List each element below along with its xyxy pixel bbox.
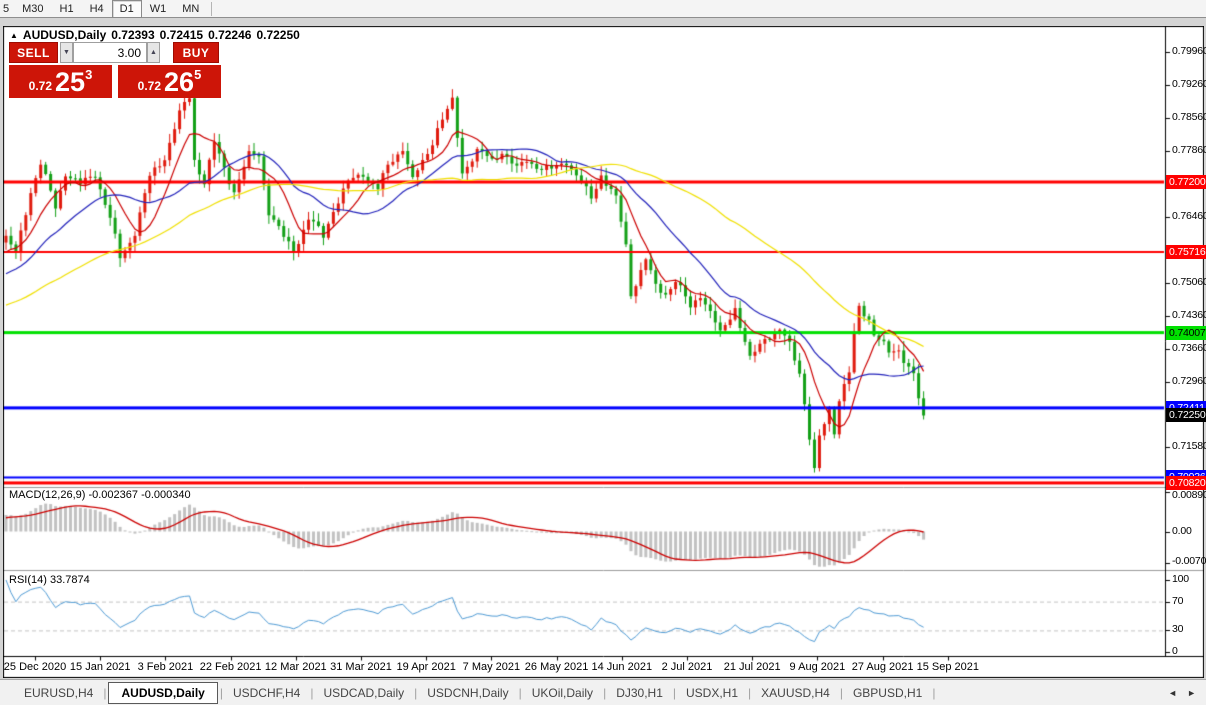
chart-window: ▲ AUDUSD,Daily 0.72393 0.72415 0.72246 0… (3, 26, 1204, 678)
tab-dj30-h1[interactable]: DJ30,H1 (606, 683, 673, 703)
date-label: 19 Apr 2021 (397, 661, 456, 673)
tab-usdchf-h4[interactable]: USDCHF,H4 (223, 683, 310, 703)
price-level-label: 0.74007 (1166, 326, 1206, 340)
chevron-up-icon: ▲ (150, 49, 157, 56)
tab-eurusd-h4[interactable]: EURUSD,H4 (14, 683, 103, 703)
bid-price-big: 25 (55, 67, 85, 97)
buy-button[interactable]: BUY (173, 42, 219, 63)
macd-scale-label: 0.008904 (1172, 489, 1206, 501)
one-click-trading-panel: SELL ▼ ▲ BUY 0.72 25 3 0.72 26 5 (9, 42, 221, 98)
price-tick-label: 0.77860 (1172, 144, 1206, 156)
rsi-scale-label: 100 (1172, 573, 1189, 585)
date-label: 12 Mar 2021 (265, 661, 327, 673)
rsi-indicator-label: RSI(14) 33.7874 (9, 574, 90, 586)
date-label: 27 Aug 2021 (852, 661, 914, 673)
chart-symbol-label: AUDUSD,Daily (23, 28, 106, 42)
rsi-scale-label: 70 (1172, 595, 1183, 607)
bid-price-button[interactable]: 0.72 25 3 (9, 65, 112, 98)
timeframe-button-mn[interactable]: MN (174, 0, 207, 18)
timeframe-button-h1[interactable]: H1 (52, 0, 82, 18)
price-tick-label: 0.76460 (1172, 210, 1206, 222)
timeframe-toolbar: 5M30H1H4D1W1MN (0, 0, 1206, 18)
sell-button[interactable]: SELL (9, 42, 58, 63)
chevron-down-icon: ▼ (63, 49, 70, 56)
date-label: 21 Jul 2021 (724, 661, 781, 673)
ask-price-button[interactable]: 0.72 26 5 (118, 65, 221, 98)
ask-price-pipette: 5 (194, 67, 201, 82)
date-scale[interactable]: 25 Dec 2020 15 Jan 2021 3 Feb 2021 22 Feb 2… (3, 657, 1166, 678)
timeframe-button-d1[interactable]: D1 (112, 0, 142, 18)
date-label: 9 Aug 2021 (790, 661, 846, 673)
price-tick-label: 0.74360 (1172, 309, 1206, 321)
collapse-panel-icon[interactable]: ▲ (10, 31, 18, 40)
tab-gbpusd-h1[interactable]: GBPUSD,H1 (843, 683, 932, 703)
bid-price-pipette: 3 (85, 67, 92, 82)
tab-xauusd-h4[interactable]: XAUUSD,H4 (751, 683, 840, 703)
ohlc-high-value: 0.72415 (160, 28, 203, 42)
price-tick-label: 0.73660 (1172, 342, 1206, 354)
price-tick-label: 0.75060 (1172, 276, 1206, 288)
volume-increase-button[interactable]: ▲ (147, 42, 160, 63)
macd-scale-label: 0.00 (1172, 525, 1192, 537)
date-label: 3 Feb 2021 (138, 661, 194, 673)
tab-separator: | (103, 686, 106, 700)
tab-scroll-right-icon[interactable]: ► (1187, 688, 1196, 698)
chart-title: ▲ AUDUSD,Daily 0.72393 0.72415 0.72246 0… (10, 28, 300, 42)
date-label: 14 Jun 2021 (592, 661, 653, 673)
date-label: 26 May 2021 (525, 661, 589, 673)
tab-separator: | (932, 686, 935, 700)
macd-scale-label: -0.007011 (1172, 555, 1206, 567)
ohlc-low-value: 0.72246 (208, 28, 251, 42)
date-label: 2 Jul 2021 (662, 661, 713, 673)
tab-ukoil-daily[interactable]: UKOil,Daily (522, 683, 603, 703)
rsi-scale-label: 30 (1172, 623, 1183, 635)
volume-decrease-button[interactable]: ▼ (60, 42, 73, 63)
price-tick-label: 0.78560 (1172, 111, 1206, 123)
price-tick-label: 0.79260 (1172, 78, 1206, 90)
tab-usdcad-daily[interactable]: USDCAD,Daily (313, 683, 414, 703)
date-label: 15 Jan 2021 (70, 661, 131, 673)
current-price-label: 0.72250 (1166, 408, 1206, 422)
timeframe-button-5[interactable]: 5 (1, 0, 14, 18)
volume-input[interactable] (73, 42, 147, 63)
bid-price-prefix: 0.72 (29, 79, 52, 93)
price-scale[interactable]: 0.79960 0.79260 0.78560 0.77860 0.76460 0.750… (1166, 26, 1204, 656)
chart-canvas[interactable] (3, 26, 1204, 678)
tab-audusd-daily[interactable]: AUDUSD,Daily (108, 682, 217, 704)
ask-price-prefix: 0.72 (138, 79, 161, 93)
price-level-label: 0.70820 (1166, 476, 1206, 490)
date-label: 25 Dec 2020 (4, 661, 66, 673)
price-level-label: 0.77200 (1166, 175, 1206, 189)
timeframe-button-w1[interactable]: W1 (142, 0, 175, 18)
rsi-scale-label: 0 (1172, 645, 1178, 657)
date-label: 7 May 2021 (463, 661, 520, 673)
price-tick-label: 0.71580 (1172, 440, 1206, 452)
price-level-label: 0.75716 (1166, 245, 1206, 259)
timeframe-button-h4[interactable]: H4 (82, 0, 112, 18)
toolbar-separator (211, 2, 212, 16)
macd-indicator-label: MACD(12,26,9) -0.002367 -0.000340 (9, 489, 191, 501)
price-tick-label: 0.72960 (1172, 375, 1206, 387)
ask-price-big: 26 (164, 67, 194, 97)
tab-scroll-left-icon[interactable]: ◄ (1168, 688, 1177, 698)
date-label: 22 Feb 2021 (200, 661, 262, 673)
ohlc-open-value: 0.72393 (111, 28, 154, 42)
tab-usdcnh-daily[interactable]: USDCNH,Daily (417, 683, 518, 703)
tab-scroll-arrows: ◄ ► (1168, 688, 1196, 698)
date-label: 31 Mar 2021 (330, 661, 392, 673)
chart-tab-bar: EURUSD,H4|AUDUSD,Daily|USDCHF,H4|USDCAD,… (0, 679, 1206, 705)
date-label: 15 Sep 2021 (917, 661, 979, 673)
timeframe-button-m30[interactable]: M30 (14, 0, 51, 18)
tab-usdx-h1[interactable]: USDX,H1 (676, 683, 748, 703)
ohlc-close-value: 0.72250 (256, 28, 299, 42)
price-tick-label: 0.79960 (1172, 45, 1206, 57)
